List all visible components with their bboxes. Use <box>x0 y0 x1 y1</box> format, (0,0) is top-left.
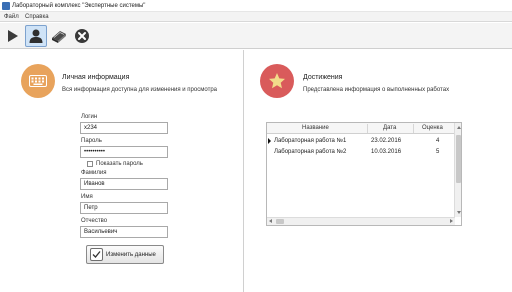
horizontal-scroll-thumb[interactable] <box>276 219 284 224</box>
password-input[interactable]: •••••••••• <box>80 146 168 158</box>
library-button[interactable] <box>48 25 70 47</box>
update-data-button-label: Изменить данные <box>106 251 156 258</box>
vertical-scrollbar[interactable] <box>454 123 461 217</box>
app-icon <box>2 2 10 10</box>
row-date-cell: 10.03.2016 <box>371 149 402 155</box>
table-row[interactable]: Лабораторная работа №1 23.02.2016 4 <box>267 136 455 146</box>
profile-button[interactable] <box>25 25 47 47</box>
window-title: Лабораторный комплекс "Экспертные систем… <box>12 3 146 9</box>
scroll-up-arrow-icon[interactable] <box>457 126 461 129</box>
first-name-input[interactable]: Петр <box>80 202 168 214</box>
table-row[interactable]: Лабораторная работа №2 10.03.2016 5 <box>267 147 455 157</box>
toolbar <box>0 23 512 49</box>
column-header-name[interactable]: Название <box>302 125 329 131</box>
show-password-label[interactable]: Показать пароль <box>96 161 143 167</box>
row-name-cell: Лабораторная работа №1 <box>274 138 347 144</box>
close-circle-icon <box>75 29 89 43</box>
patronymic-input[interactable]: Васильевич <box>80 226 168 238</box>
patronymic-label: Отчество <box>81 218 108 224</box>
first-name-label: Имя <box>81 194 93 200</box>
column-header-date[interactable]: Дата <box>383 125 396 131</box>
personal-info-badge <box>21 64 55 98</box>
checkmark-icon <box>90 248 103 261</box>
run-button[interactable] <box>2 25 24 47</box>
row-pointer-icon <box>268 138 271 144</box>
play-icon <box>8 30 18 42</box>
achievements-badge <box>260 64 294 98</box>
row-name-cell: Лабораторная работа №2 <box>274 149 347 155</box>
star-icon <box>269 73 285 89</box>
row-grade-cell: 4 <box>436 138 440 144</box>
password-label: Пароль <box>81 138 102 144</box>
achievements-title: Достижения <box>303 74 343 81</box>
achievements-subtitle: Представлена информация о выполненных ра… <box>303 87 450 93</box>
login-label: Логин <box>81 114 98 120</box>
column-header-grade[interactable]: Оценка <box>422 125 443 131</box>
row-grade-cell: 5 <box>436 149 440 155</box>
achievements-grid[interactable]: Название Дата Оценка Лабораторная работа… <box>266 122 462 226</box>
scroll-left-arrow-icon[interactable] <box>269 219 272 223</box>
menu-item-file[interactable]: Файл <box>4 14 19 20</box>
menu-item-help[interactable]: Справка <box>25 14 49 20</box>
last-name-label: Фамилия <box>81 170 107 176</box>
horizontal-scrollbar[interactable] <box>267 217 455 225</box>
panel-divider <box>243 50 244 292</box>
grid-header: Название Дата Оценка <box>267 123 455 134</box>
vertical-scroll-thumb[interactable] <box>456 135 461 183</box>
last-name-input[interactable]: Иванов <box>80 178 168 190</box>
title-bar: Лабораторный комплекс "Экспертные систем… <box>0 0 512 12</box>
show-password-checkbox[interactable] <box>87 161 93 167</box>
scroll-right-arrow-icon[interactable] <box>450 219 453 223</box>
personal-info-subtitle: Вся информация доступна для изменения и … <box>62 87 217 93</box>
book-icon <box>52 31 66 43</box>
update-data-button[interactable]: Изменить данные <box>86 245 164 264</box>
keyboard-icon <box>29 75 47 87</box>
login-input[interactable]: x234 <box>80 122 168 134</box>
row-date-cell: 23.02.2016 <box>371 138 402 144</box>
scroll-down-arrow-icon[interactable] <box>457 211 461 214</box>
menu-bar: Файл Справка <box>0 12 512 22</box>
personal-info-title: Личная информация <box>62 74 130 81</box>
user-icon <box>29 29 43 43</box>
exit-button[interactable] <box>71 25 93 47</box>
